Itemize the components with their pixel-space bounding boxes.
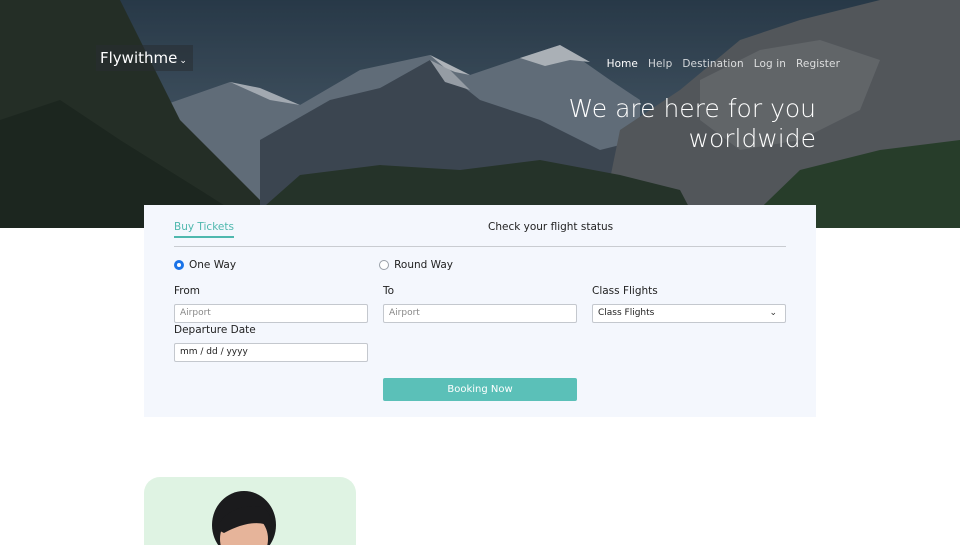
class-select-value: Class Flights bbox=[598, 308, 655, 318]
nav-link-register[interactable]: Register bbox=[796, 58, 840, 70]
hero-headline: We are here for you worldwide bbox=[516, 94, 817, 154]
chevron-down-icon: ⌄ bbox=[179, 56, 187, 66]
hero-headline-line1: We are here for you bbox=[568, 94, 817, 123]
booking-form-card: Buy Tickets Check your flight status One… bbox=[144, 205, 816, 417]
nav-link-help[interactable]: Help bbox=[648, 58, 672, 70]
hero-section: Flywithme ⌄ Home Help Destination Log in… bbox=[0, 0, 960, 228]
main-nav: Home Help Destination Log in Register bbox=[607, 58, 840, 70]
radio-checked-icon[interactable] bbox=[174, 260, 184, 270]
to-input[interactable]: Airport bbox=[383, 304, 577, 323]
to-label: To bbox=[383, 285, 395, 297]
agent-photo bbox=[212, 491, 276, 545]
brand-logo-text: Flywithme bbox=[100, 49, 178, 67]
departure-date-label: Departure Date bbox=[174, 324, 256, 336]
radio-unchecked-icon[interactable] bbox=[379, 260, 390, 270]
nav-link-login[interactable]: Log in bbox=[754, 58, 786, 70]
radio-round-way-label: Round Way bbox=[394, 259, 453, 271]
class-label: Class Flights bbox=[592, 285, 658, 297]
booking-now-button[interactable]: Booking Now bbox=[383, 378, 577, 401]
tab-flight-status[interactable]: Check your flight status bbox=[488, 221, 613, 233]
booking-tabs: Buy Tickets Check your flight status bbox=[174, 221, 786, 247]
hero-headline-line2: worldwide bbox=[688, 124, 816, 153]
trip-type-group: One Way Round Way bbox=[174, 259, 453, 271]
radio-one-way[interactable]: One Way bbox=[174, 259, 236, 271]
from-input[interactable]: Airport bbox=[174, 304, 368, 323]
tab-buy-tickets[interactable]: Buy Tickets bbox=[174, 221, 234, 238]
class-select[interactable]: Class Flights ⌄ bbox=[592, 304, 786, 323]
hero-overlay bbox=[0, 0, 960, 228]
from-label: From bbox=[174, 285, 201, 297]
nav-link-home[interactable]: Home bbox=[607, 58, 638, 70]
radio-round-way[interactable]: Round Way bbox=[379, 259, 453, 271]
brand-logo[interactable]: Flywithme ⌄ bbox=[96, 45, 193, 71]
agent-card bbox=[144, 477, 356, 545]
departure-date-input[interactable]: mm / dd / yyyy bbox=[174, 343, 368, 362]
chevron-down-icon: ⌄ bbox=[769, 308, 777, 318]
radio-one-way-label: One Way bbox=[189, 259, 237, 271]
nav-link-destination[interactable]: Destination bbox=[682, 58, 743, 70]
